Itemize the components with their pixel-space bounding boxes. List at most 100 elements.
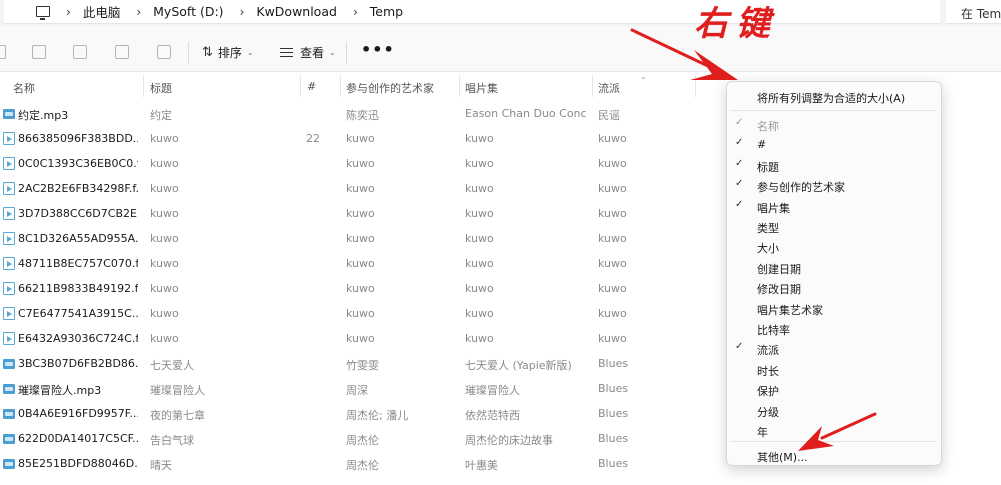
column-header-number[interactable]: # bbox=[307, 80, 316, 93]
media-file-icon bbox=[3, 332, 15, 345]
file-album: 周杰伦的床边故事 bbox=[465, 434, 553, 447]
column-header-name[interactable]: 名称 bbox=[13, 80, 35, 96]
menu-item-label: # bbox=[757, 138, 767, 152]
breadcrumb[interactable]: › 此电脑 › MySoft (D:) › KwDownload › Temp bbox=[4, 0, 940, 24]
file-name[interactable]: 璀璨冒险人.mp3 bbox=[18, 382, 138, 398]
media-file-icon bbox=[3, 282, 15, 295]
view-button[interactable]: 查看 ⌄ bbox=[280, 44, 336, 61]
file-row[interactable]: 85E251BDFD88046D... 晴天 周杰伦 叶惠美 Blues bbox=[0, 451, 725, 476]
file-album: 叶惠美 bbox=[465, 459, 498, 472]
file-artist: kuwo bbox=[346, 332, 375, 345]
file-name[interactable]: 622D0DA14017C5CF... bbox=[18, 432, 138, 445]
breadcrumb-drive[interactable]: MySoft (D:) bbox=[153, 4, 223, 19]
file-row[interactable]: 约定.mp3 约定 陈奕迅 Eason Chan Duo Conc... 民谣 bbox=[0, 101, 725, 126]
chevron-right-icon[interactable]: › bbox=[240, 5, 245, 19]
menu-item-size-all-columns[interactable]: 将所有列调整为合适的大小(A) bbox=[757, 90, 905, 106]
checkmark-icon: ✓ bbox=[735, 198, 744, 210]
file-name[interactable]: 2AC2B2E6FB34298F.f... bbox=[18, 182, 138, 195]
column-separator[interactable] bbox=[695, 75, 696, 97]
menu-item-column-toggle[interactable]: ✓ 标题 bbox=[727, 155, 941, 175]
sort-icon: ⇅ bbox=[202, 45, 213, 60]
menu-item-column-toggle[interactable]: 创建日期 bbox=[727, 257, 941, 277]
column-header-genre[interactable]: 流派 bbox=[598, 80, 620, 96]
menu-item-label: 时长 bbox=[757, 364, 779, 378]
file-name[interactable]: C7E6477541A3915C... bbox=[18, 307, 138, 320]
file-name[interactable]: 8C1D326A55AD955A... bbox=[18, 232, 138, 245]
file-genre: kuwo bbox=[598, 307, 627, 320]
menu-item-label: 创建日期 bbox=[757, 262, 801, 276]
search-input[interactable]: 在 Temp bbox=[946, 0, 1001, 24]
this-pc-icon[interactable] bbox=[36, 6, 50, 20]
file-row[interactable]: C7E6477541A3915C... kuwo kuwo kuwo kuwo bbox=[0, 301, 725, 326]
file-row[interactable]: 622D0DA14017C5CF... 告白气球 周杰伦 周杰伦的床边故事 Blues bbox=[0, 426, 725, 451]
chevron-right-icon[interactable]: › bbox=[353, 5, 358, 19]
share-icon[interactable] bbox=[115, 45, 129, 59]
breadcrumb-temp[interactable]: Temp bbox=[370, 4, 403, 19]
file-name[interactable]: 0C0C1393C36EB0C0.f... bbox=[18, 157, 138, 170]
file-title: kuwo bbox=[150, 332, 179, 345]
file-name[interactable]: 85E251BDFD88046D... bbox=[18, 457, 138, 470]
file-row[interactable]: 48711B8EC757C070.f... kuwo kuwo kuwo kuwo bbox=[0, 251, 725, 276]
menu-item-column-toggle[interactable]: 唱片集艺术家 bbox=[727, 298, 941, 318]
file-name[interactable]: E6432A93036C724C.f... bbox=[18, 332, 138, 345]
column-header-artist[interactable]: 参与创作的艺术家 bbox=[346, 80, 434, 96]
breadcrumb-kwdownload[interactable]: KwDownload bbox=[256, 4, 337, 19]
music-file-icon bbox=[3, 459, 15, 469]
file-row[interactable]: 0B4A6E916FD9957F... 夜的第七章 周杰伦; 潘儿 依然范特西 Blue… bbox=[0, 401, 725, 426]
file-row[interactable]: 8C1D326A55AD955A... kuwo kuwo kuwo kuwo bbox=[0, 226, 725, 251]
file-artist: kuwo bbox=[346, 232, 375, 245]
column-separator[interactable] bbox=[300, 75, 301, 97]
menu-item-column-toggle[interactable]: ✓ 唱片集 bbox=[727, 196, 941, 216]
file-row[interactable]: 866385096F383BDD... kuwo 22 kuwo kuwo kuwo bbox=[0, 126, 725, 151]
file-album: 璀璨冒险人 bbox=[465, 384, 520, 397]
breadcrumb-this-pc[interactable]: 此电脑 bbox=[83, 2, 121, 21]
menu-item-column-toggle[interactable]: 时长 bbox=[727, 359, 941, 379]
file-track-number: 22 bbox=[306, 132, 320, 145]
chevron-right-icon[interactable]: › bbox=[136, 5, 141, 19]
file-row[interactable]: 0C0C1393C36EB0C0.f... kuwo kuwo kuwo kuwo bbox=[0, 151, 725, 176]
column-header-title[interactable]: 标题 bbox=[150, 80, 172, 96]
file-row[interactable]: 2AC2B2E6FB34298F.f... kuwo kuwo kuwo kuwo bbox=[0, 176, 725, 201]
copy-icon[interactable] bbox=[32, 45, 46, 59]
file-row[interactable]: 3BC3B07D6FB2BD86... 七天爱人 竹雯雯 七天爱人 (Yapie新版)… bbox=[0, 351, 725, 376]
menu-item-column-toggle[interactable]: 大小 bbox=[727, 236, 941, 256]
file-name[interactable]: 866385096F383BDD... bbox=[18, 132, 138, 145]
cut-icon[interactable] bbox=[0, 45, 6, 59]
command-bar: ⇅ 排序 ⌄ 查看 ⌄ ••• bbox=[0, 26, 1001, 72]
file-name[interactable]: 66211B9833B49192.f... bbox=[18, 282, 138, 295]
file-name[interactable]: 3D7D388CC6D7CB2E... bbox=[18, 207, 138, 220]
menu-item-column-toggle[interactable]: ✓ 参与创作的艺术家 bbox=[727, 175, 941, 195]
menu-item-column-toggle[interactable]: 分级 bbox=[727, 400, 941, 420]
more-options-button[interactable]: ••• bbox=[361, 40, 395, 59]
file-row[interactable]: 66211B9833B49192.f... kuwo kuwo kuwo kuwo bbox=[0, 276, 725, 301]
rename-icon[interactable] bbox=[73, 45, 87, 59]
menu-item-column-toggle[interactable]: ✓ 流派 bbox=[727, 338, 941, 358]
file-name[interactable]: 0B4A6E916FD9957F... bbox=[18, 407, 138, 420]
file-name[interactable]: 约定.mp3 bbox=[18, 107, 138, 123]
menu-item-column-toggle[interactable]: ✓ # bbox=[727, 134, 941, 154]
file-row[interactable]: 3D7D388CC6D7CB2E... kuwo kuwo kuwo kuwo bbox=[0, 201, 725, 226]
file-artist: 竹雯雯 bbox=[346, 359, 379, 372]
menu-item-column-toggle[interactable]: 年 bbox=[727, 420, 941, 440]
menu-item-more-columns[interactable]: 其他(M)... bbox=[757, 449, 808, 465]
column-separator[interactable] bbox=[340, 75, 341, 97]
checkmark-icon: ✓ bbox=[735, 157, 744, 169]
column-separator[interactable] bbox=[592, 75, 593, 97]
file-row[interactable]: 璀璨冒险人.mp3 璀璨冒险人 周深 璀璨冒险人 Blues bbox=[0, 376, 725, 401]
menu-item-column-toggle[interactable]: 比特率 bbox=[727, 318, 941, 338]
file-artist: 周杰伦; 潘儿 bbox=[346, 409, 409, 422]
chevron-right-icon[interactable]: › bbox=[66, 5, 71, 19]
menu-item-column-toggle[interactable]: 保护 bbox=[727, 379, 941, 399]
checkmark-icon: ✓ bbox=[735, 341, 744, 353]
delete-icon[interactable] bbox=[157, 45, 171, 59]
menu-item-column-toggle[interactable]: 修改日期 bbox=[727, 277, 941, 297]
file-name[interactable]: 3BC3B07D6FB2BD86... bbox=[18, 357, 138, 370]
menu-item-label: 参与创作的艺术家 bbox=[757, 181, 845, 195]
menu-item-column-toggle[interactable]: 类型 bbox=[727, 216, 941, 236]
column-separator[interactable] bbox=[143, 75, 144, 97]
column-separator[interactable] bbox=[459, 75, 460, 97]
sort-button[interactable]: ⇅ 排序 ⌄ bbox=[202, 44, 254, 61]
file-row[interactable]: E6432A93036C724C.f... kuwo kuwo kuwo kuwo bbox=[0, 326, 725, 351]
file-name[interactable]: 48711B8EC757C070.f... bbox=[18, 257, 138, 270]
column-header-album[interactable]: 唱片集 bbox=[465, 80, 498, 96]
